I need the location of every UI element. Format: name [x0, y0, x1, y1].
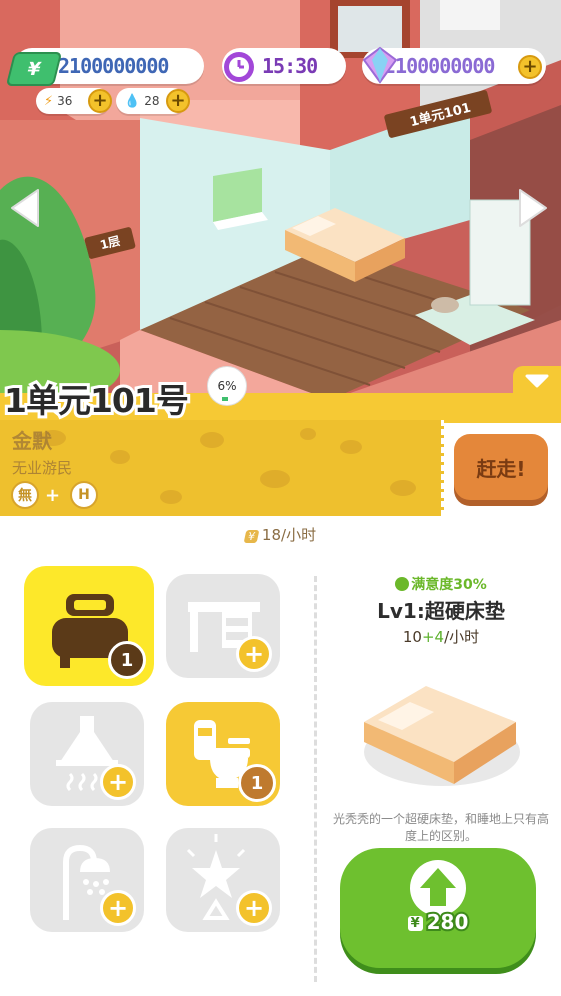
lightning-icon: ⚡	[44, 93, 54, 109]
cash-icon-small: ¥	[407, 916, 423, 931]
occupancy-bar	[222, 397, 228, 401]
satisfaction-label: 满意度30%	[336, 574, 546, 594]
bed-preview-image	[364, 686, 520, 786]
collapse-panel-button[interactable]	[513, 366, 561, 394]
furniture-slot-toilet[interactable]: 1	[166, 702, 280, 806]
furniture-slot-range-hood[interactable]: +	[30, 702, 144, 806]
cash-icon-small: ¥	[243, 530, 260, 543]
tenant-name: 金默	[12, 429, 52, 453]
add-gems-button[interactable]: +	[518, 55, 542, 79]
furniture-slot-shower[interactable]: +	[30, 828, 144, 932]
trait-icon-none[interactable]: 無	[11, 481, 39, 509]
trait-plus: +	[45, 485, 61, 506]
furniture-slot-bed[interactable]: 1	[24, 566, 154, 686]
add-icon: +	[100, 764, 136, 800]
rent-rate: ¥18/小时	[0, 524, 561, 545]
page-title: 1单元101号	[1, 378, 192, 423]
furniture-slot-lamp[interactable]: +	[166, 828, 280, 932]
item-income: 10+4/小时	[402, 628, 480, 646]
divider	[314, 576, 317, 982]
chevron-left-icon	[11, 189, 39, 227]
occupancy-value: 6%	[217, 379, 237, 393]
smile-icon	[395, 577, 410, 591]
item-name: Lv1:超硬床垫	[377, 599, 505, 623]
chevron-right-icon	[519, 189, 547, 227]
add-icon: +	[100, 890, 136, 926]
item-description: 光秃秃的一个超硬床垫，和睡地上只有高度上的区别。	[332, 812, 549, 843]
furniture-slot-desk[interactable]: +	[166, 574, 280, 678]
add-energy-button[interactable]: +	[88, 89, 112, 113]
water-value: 28	[144, 94, 160, 108]
upgrade-button[interactable]	[340, 848, 536, 968]
add-water-button[interactable]: +	[166, 89, 190, 113]
add-icon: +	[236, 636, 272, 672]
chevron-down-icon	[525, 374, 549, 388]
clock-value: 15:30	[262, 54, 318, 78]
level-badge: 1	[238, 764, 276, 802]
energy-value: 36	[57, 94, 73, 108]
occupancy-badge: 6%	[207, 366, 247, 406]
gem-value: 2100000000	[384, 54, 495, 78]
gem-icon	[362, 46, 398, 84]
level-badge: 1	[108, 641, 146, 679]
trait-icon-h[interactable]: H	[70, 481, 98, 509]
add-icon: +	[236, 890, 272, 926]
next-room-button[interactable]	[518, 188, 550, 232]
prev-room-button[interactable]	[8, 188, 40, 232]
cash-icon: ¥	[5, 52, 63, 86]
clock-icon	[224, 52, 254, 82]
cash-value: 2100000000	[58, 54, 169, 78]
water-drop-icon: 💧	[124, 93, 141, 109]
upgrade-cost: ¥280	[340, 908, 536, 936]
evict-button[interactable]: 赶走!	[454, 434, 548, 500]
tenant-job: 无业游民	[12, 459, 73, 477]
